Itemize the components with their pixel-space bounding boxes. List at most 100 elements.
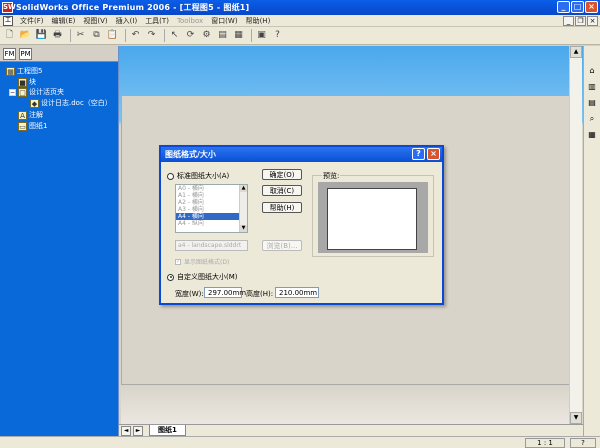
menu-toolbox[interactable]: Toolbox [173,17,207,25]
ok-button[interactable]: 确定(O) [262,169,302,180]
toolbar-separator [70,29,71,42]
width-label: 宽度(W): [175,290,204,298]
menu-tools[interactable]: 工具(T) [141,16,173,26]
scroll-up-icon[interactable]: ▲ [570,46,582,58]
layer-icon[interactable]: ▤ [216,29,229,42]
sheet-scale: 1 : 1 [525,438,565,448]
tab-sheet1[interactable]: 图纸1 [149,425,186,436]
list-item[interactable]: A2 - 横向 [176,199,247,206]
home-icon[interactable]: ⌂ [586,64,599,77]
next-sheet-icon[interactable]: ► [133,425,143,436]
height-field[interactable]: 210.00mm [275,287,319,298]
tree-item-blocks[interactable]: ■ 块 [18,77,36,87]
menu-view[interactable]: 视图(V) [79,16,111,26]
cut-icon[interactable]: ✂ [74,29,87,42]
custom-size-radio[interactable]: 自定义图纸大小(M) [167,272,238,282]
open-icon[interactable]: 📂 [19,29,32,42]
scroll-down-icon[interactable]: ▼ [240,225,247,232]
standard-size-radio[interactable]: 标准图纸大小(A) [167,171,229,181]
options-icon[interactable]: ⚙ [200,29,213,42]
standard-size-list[interactable]: A0 - 横向 A1 - 横向 A2 - 横向 A3 - 横向 A4 - 横向 … [175,184,248,233]
menu-file[interactable]: 文件(F) [16,16,48,26]
standard-size-label: 标准图纸大小(A) [177,172,230,180]
collapse-toggle-icon[interactable]: − [9,88,16,96]
file-explorer-icon[interactable]: ▤ [586,96,599,109]
close-button[interactable]: × [585,1,598,13]
menu-insert[interactable]: 插入(I) [112,16,142,26]
copy-icon[interactable]: ⧉ [90,29,103,42]
dialog-close-icon[interactable]: × [427,148,440,160]
list-item[interactable]: A1 - 横向 [176,192,247,199]
doc-restore-button[interactable]: ❐ [575,16,586,26]
window-title: SolidWorks Office Premium 2006 - [工程图5 -… [16,3,250,12]
select-icon[interactable]: ↖ [168,29,181,42]
dialog-title: 图纸格式/大小 [165,150,216,159]
tree-root-drawing[interactable]: ▦ 工程图5 [6,66,42,76]
document-icon: ◆ [30,98,39,108]
scroll-down-icon[interactable]: ▼ [570,412,582,424]
doc-minimize-button[interactable]: _ [563,16,574,26]
property-manager-tab-icon[interactable]: PM [19,47,32,60]
print-icon[interactable]: 🖶 [51,29,64,42]
maximize-button[interactable]: □ [571,1,584,13]
sheet-format-dialog: 图纸格式/大小 ? × 标准图纸大小(A) A0 - 横向 A1 - 横向 A2… [159,145,444,305]
undo-icon[interactable]: ↶ [129,29,142,42]
sheet-tab-bar: ◄ ► 图纸1 [119,424,583,436]
custom-size-label: 自定义图纸大小(M) [177,273,238,281]
menu-edit[interactable]: 编辑(E) [48,16,80,26]
prev-sheet-icon[interactable]: ◄ [121,425,131,436]
tree-item-design-binder[interactable]: − □ 设计活页夹 [9,87,64,97]
doc-close-button[interactable]: × [587,16,598,26]
cancel-button[interactable]: 取消(C) [262,185,302,196]
tree-item-annotations[interactable]: A 注解 [18,110,43,120]
help-button[interactable]: 帮助(H) [262,202,302,213]
standard-toolbar: 🗋 📂 💾 🖶 ✂ ⧉ 📋 ↶ ↷ ↖ ⟳ ⚙ ▤ ▦ ▣ ? [0,27,600,45]
tree-item-label: 图纸1 [29,122,48,130]
width-field[interactable]: 297.00mm [204,287,246,298]
menu-window[interactable]: 窗口(W) [207,16,241,26]
status-bar: 1 : 1 ? [0,436,600,448]
list-item[interactable]: A3 - 横向 [176,206,247,213]
redo-icon[interactable]: ↷ [145,29,158,42]
status-help-icon[interactable]: ? [570,438,596,448]
list-item[interactable]: A4 - 纵向 [176,220,247,227]
drawing-icon: ▦ [6,66,15,76]
toolbar-separator [125,29,126,42]
drawing-doc-icon[interactable]: 工 [3,15,13,26]
feature-tree-tab-icon[interactable]: FM [3,47,16,60]
toolbar-separator [164,29,165,42]
list-scrollbar[interactable]: ▲ ▼ [239,185,247,232]
sheet-background [121,385,581,425]
grid-icon[interactable]: ▦ [232,29,245,42]
menu-help[interactable]: 帮助(H) [242,16,275,26]
list-item-selected[interactable]: A4 - 横向 [176,213,247,220]
tree-item-label: 设计活页夹 [29,88,64,96]
rebuild-icon[interactable]: ⟳ [184,29,197,42]
tree-item-sheet1[interactable]: ▭ 图纸1 [18,121,47,131]
search-icon[interactable]: ⌕ [586,112,599,125]
task-pane-bar: ⌂ ▥ ▤ ⌕ ▦ [583,46,600,436]
save-icon[interactable]: 💾 [35,29,48,42]
feature-manager-tabs: FM PM [0,46,118,62]
browse-button[interactable]: 浏览(B)... [262,240,302,251]
toolbar-separator [251,29,252,42]
paste-icon[interactable]: 📋 [106,29,119,42]
tree-item-design-journal[interactable]: ◆ 设计日志.doc（空白） [30,98,112,108]
scroll-up-icon[interactable]: ▲ [240,185,247,192]
minimize-button[interactable]: _ [557,1,570,13]
dialog-help-icon[interactable]: ? [412,148,425,160]
format-file-field[interactable]: a4 - landscape.slddrt [175,240,248,251]
tree-item-label: 块 [29,78,36,86]
window-titlebar: SW SolidWorks Office Premium 2006 - [工程图… [0,0,600,15]
show-format-checkbox[interactable]: ✓ 显示图纸格式(D) [175,257,229,266]
help-icon[interactable]: ? [271,29,284,42]
radio-checked-icon [167,273,174,281]
view-palette-icon[interactable]: ▦ [586,128,599,141]
radio-unchecked-icon [167,172,174,180]
list-item[interactable]: A0 - 横向 [176,185,247,192]
vertical-scrollbar[interactable]: ▲ ▼ [569,46,582,424]
solidworks-logo-icon: SW [2,2,16,13]
new-icon[interactable]: 🗋 [3,29,16,42]
photo-icon[interactable]: ▣ [255,29,268,42]
library-icon[interactable]: ▥ [586,80,599,93]
